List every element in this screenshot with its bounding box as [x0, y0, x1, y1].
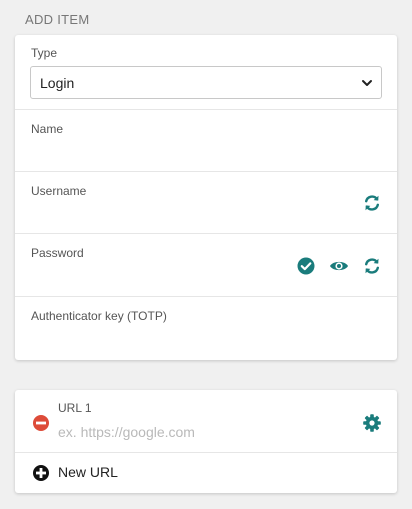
name-field[interactable]: [30, 143, 382, 167]
divider: [15, 452, 397, 453]
password-label: Password: [31, 246, 84, 260]
divider: [15, 171, 397, 172]
divider: [15, 233, 397, 234]
item-details-card: Type Login Name Username Password Authen…: [15, 35, 397, 360]
section-title: ADD ITEM: [25, 12, 90, 27]
type-select-value: Login: [40, 75, 75, 91]
type-label: Type: [31, 46, 58, 60]
refresh-icon[interactable]: [362, 193, 382, 213]
type-select[interactable]: Login: [30, 66, 382, 99]
urls-card: URL 1 ex. https://google.com New URL: [15, 390, 397, 493]
url1-input[interactable]: ex. https://google.com: [58, 424, 195, 440]
divider: [15, 109, 397, 110]
username-field[interactable]: [30, 205, 350, 229]
new-url-button[interactable]: New URL: [58, 464, 118, 480]
password-field[interactable]: [30, 267, 290, 291]
refresh-icon[interactable]: [362, 256, 382, 276]
totp-field[interactable]: [30, 330, 382, 354]
divider: [15, 296, 397, 297]
name-label: Name: [31, 122, 64, 136]
totp-label: Authenticator key (TOTP): [31, 309, 167, 323]
username-label: Username: [31, 184, 87, 198]
plus-circle-icon[interactable]: [31, 463, 51, 483]
url1-label: URL 1: [58, 401, 92, 415]
chevron-down-icon: [362, 80, 372, 86]
eye-icon[interactable]: [329, 256, 349, 276]
check-circle-icon[interactable]: [296, 256, 316, 276]
minus-circle-icon[interactable]: [31, 413, 51, 433]
gear-icon[interactable]: [362, 413, 382, 433]
